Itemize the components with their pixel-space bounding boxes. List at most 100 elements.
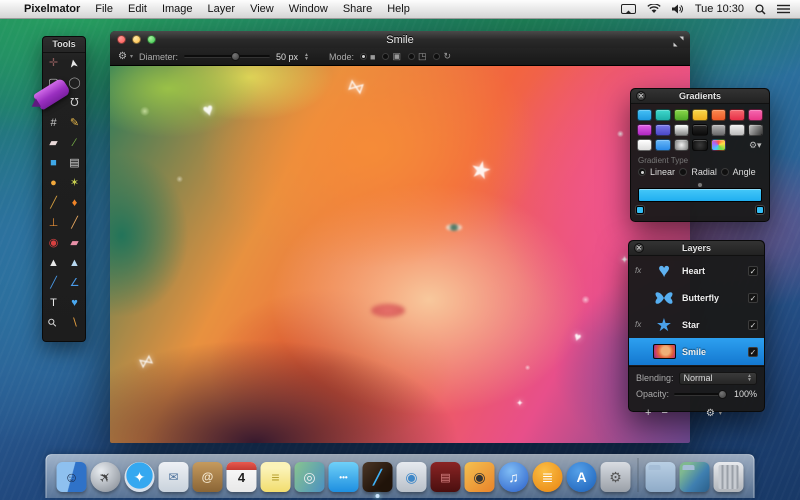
layers-panel-header[interactable]: ✕ Layers xyxy=(629,241,764,256)
menu-item-layer[interactable]: Layer xyxy=(208,3,236,15)
diameter-stepper[interactable]: ▲ ▼ xyxy=(304,52,309,61)
fullscreen-icon[interactable] xyxy=(673,34,684,52)
spotlight-icon[interactable] xyxy=(755,3,766,15)
magic-wand-tool-icon[interactable]: ✶ xyxy=(64,173,85,193)
dock-icon-itunes[interactable]: ♫ xyxy=(498,462,529,492)
fx-badge[interactable]: fx xyxy=(635,320,646,329)
menu-item-view[interactable]: View xyxy=(250,3,274,15)
layer-visibility-checkbox[interactable]: ✓ xyxy=(748,292,758,303)
dock-icon-photobooth[interactable]: ▤ xyxy=(430,462,461,492)
layer-visibility-checkbox[interactable]: ✓ xyxy=(748,265,758,276)
dock-icon-preview[interactable]: ◎ xyxy=(294,462,325,492)
move-tool-icon[interactable]: ✛ xyxy=(43,53,64,73)
display-icon[interactable] xyxy=(620,3,636,15)
pen-tool-icon[interactable]: ╱ xyxy=(43,273,64,293)
gradient-gray-swatch[interactable] xyxy=(710,124,727,136)
tool-settings-gear-icon[interactable]: ⚙ xyxy=(118,51,127,62)
mode-replace[interactable]: ■ xyxy=(360,52,375,62)
dock-icon-notes[interactable]: ≡ xyxy=(260,462,291,492)
thin-brush-tool-icon[interactable]: ∕ xyxy=(64,133,85,153)
gradient-black-swatch[interactable] xyxy=(692,124,708,136)
gradient-type-linear[interactable]: Linear xyxy=(638,167,679,177)
gradient-yellow-swatch[interactable] xyxy=(692,109,708,121)
gradient-white-swatch[interactable] xyxy=(637,139,653,151)
dock-icon-launchpad[interactable]: ✈ xyxy=(90,462,121,492)
sharpen-tool-icon[interactable]: ▲ xyxy=(64,253,85,273)
menu-item-share[interactable]: Share xyxy=(343,3,372,15)
diameter-value[interactable]: 50 px xyxy=(276,52,298,62)
pointer-tool-icon[interactable]: ➤ xyxy=(64,53,85,73)
mode-add-radio[interactable] xyxy=(382,53,390,60)
gradient-silver-radial-swatch[interactable] xyxy=(673,139,690,151)
gradient-teal-swatch[interactable] xyxy=(655,109,671,121)
gradient-red-swatch[interactable] xyxy=(729,109,745,121)
mode-add[interactable]: ▣ xyxy=(382,51,401,62)
gradient-light-gray-swatch[interactable] xyxy=(729,124,745,136)
mode-intersect-radio[interactable] xyxy=(433,53,441,60)
diameter-slider[interactable] xyxy=(184,52,270,61)
dock-icon-calendar[interactable]: 4 xyxy=(226,462,257,492)
menu-item-image[interactable]: Image xyxy=(162,3,193,15)
dock-icon-folder-pics[interactable] xyxy=(679,462,710,492)
heart-shape-tool-icon[interactable]: ♥ xyxy=(64,293,85,313)
flame-tool-icon[interactable]: ♦ xyxy=(64,193,85,213)
layer-row-star[interactable]: fx ★ Star ✓ xyxy=(629,311,764,338)
eraser-tool-icon[interactable]: ▰ xyxy=(43,133,64,153)
dock-icon-messages[interactable]: ••• xyxy=(328,462,359,492)
gradient-pink-swatch[interactable] xyxy=(747,109,763,121)
dock-icon-iphoto[interactable]: ◉ xyxy=(464,462,495,492)
type-tool-icon[interactable]: T xyxy=(43,293,64,313)
opacity-slider[interactable] xyxy=(674,389,727,399)
dock-icon-ibooks[interactable]: ≣ xyxy=(532,462,563,492)
freeform-pen-tool-icon[interactable]: ∠ xyxy=(64,273,85,293)
menu-item-window[interactable]: Window xyxy=(289,3,328,15)
gradient-orange-swatch[interactable] xyxy=(710,109,727,121)
dock-icon-appstore[interactable]: A xyxy=(566,462,597,492)
dock-icon-safari[interactable]: ✦ xyxy=(124,462,155,492)
layer-row-heart[interactable]: fx ♥ Heart ✓ xyxy=(629,257,764,284)
sponge-tool-icon[interactable]: ▰ xyxy=(64,233,85,253)
fill-tool-icon[interactable]: ● xyxy=(43,173,64,193)
gradient-dark-gray-swatch[interactable] xyxy=(747,124,763,136)
dock-icon-finder[interactable]: ☺ xyxy=(56,462,87,492)
gradient-stop-left[interactable] xyxy=(636,206,644,214)
dock-icon-sysprefs[interactable]: ⚙ xyxy=(600,462,631,492)
layer-visibility-checkbox[interactable]: ✓ xyxy=(748,319,758,330)
gradient-preview-bar[interactable] xyxy=(638,188,762,202)
window-title-bar[interactable]: Smile xyxy=(110,31,690,48)
stamp-tool-icon[interactable]: ⊥ xyxy=(43,213,64,233)
volume-icon[interactable] xyxy=(671,4,684,14)
wifi-icon[interactable] xyxy=(647,4,661,14)
notification-center-icon[interactable] xyxy=(777,4,790,14)
gradient-blue-swatch[interactable] xyxy=(637,109,653,121)
dock-icon-folder-docs[interactable] xyxy=(645,462,676,492)
fx-badge[interactable]: fx xyxy=(635,266,646,275)
clone-tool-icon[interactable]: ▤ xyxy=(64,153,85,173)
dock-icon-trash[interactable] xyxy=(713,462,744,492)
lasso-tool-icon[interactable]: ℧ xyxy=(64,93,85,113)
menu-item-pixelmator[interactable]: Pixelmator xyxy=(24,3,80,15)
mode-replace-radio[interactable] xyxy=(360,53,367,60)
red-eye-tool-icon[interactable]: ◉ xyxy=(43,233,64,253)
gradients-gear-icon[interactable]: ⚙▾ xyxy=(748,139,763,151)
dock-icon-contacts[interactable]: @ xyxy=(192,462,223,492)
dock-icon-pixelmator[interactable]: ╱ xyxy=(362,462,393,498)
layer-row-butterfly[interactable]: Butterfly ✓ xyxy=(629,284,764,311)
gradient-type-radial-radio[interactable] xyxy=(679,168,688,176)
mode-subtract-radio[interactable] xyxy=(407,53,415,60)
layers-gear-icon[interactable]: ⚙ xyxy=(706,408,715,419)
menu-item-edit[interactable]: Edit xyxy=(128,3,147,15)
gradient-type-angle[interactable]: Angle xyxy=(720,167,762,177)
remove-layer-button[interactable]: − xyxy=(661,407,667,419)
gradient-magenta-swatch[interactable] xyxy=(637,124,653,136)
gradient-midpoint-handle[interactable] xyxy=(697,182,703,188)
gradient-green-swatch[interactable] xyxy=(673,109,690,121)
add-layer-button[interactable]: + xyxy=(645,407,651,419)
dock-icon-facetime[interactable]: ◉ xyxy=(396,462,427,492)
gradient-purple-swatch[interactable] xyxy=(655,124,671,136)
layer-row-smile[interactable]: Smile ✓ xyxy=(629,338,764,365)
gradient-stop-right[interactable] xyxy=(756,206,764,214)
gradient-black-fade-swatch[interactable] xyxy=(692,139,708,151)
pencil-tool-icon[interactable]: ✎ xyxy=(64,113,85,133)
layers-close-icon[interactable]: ✕ xyxy=(634,243,644,253)
